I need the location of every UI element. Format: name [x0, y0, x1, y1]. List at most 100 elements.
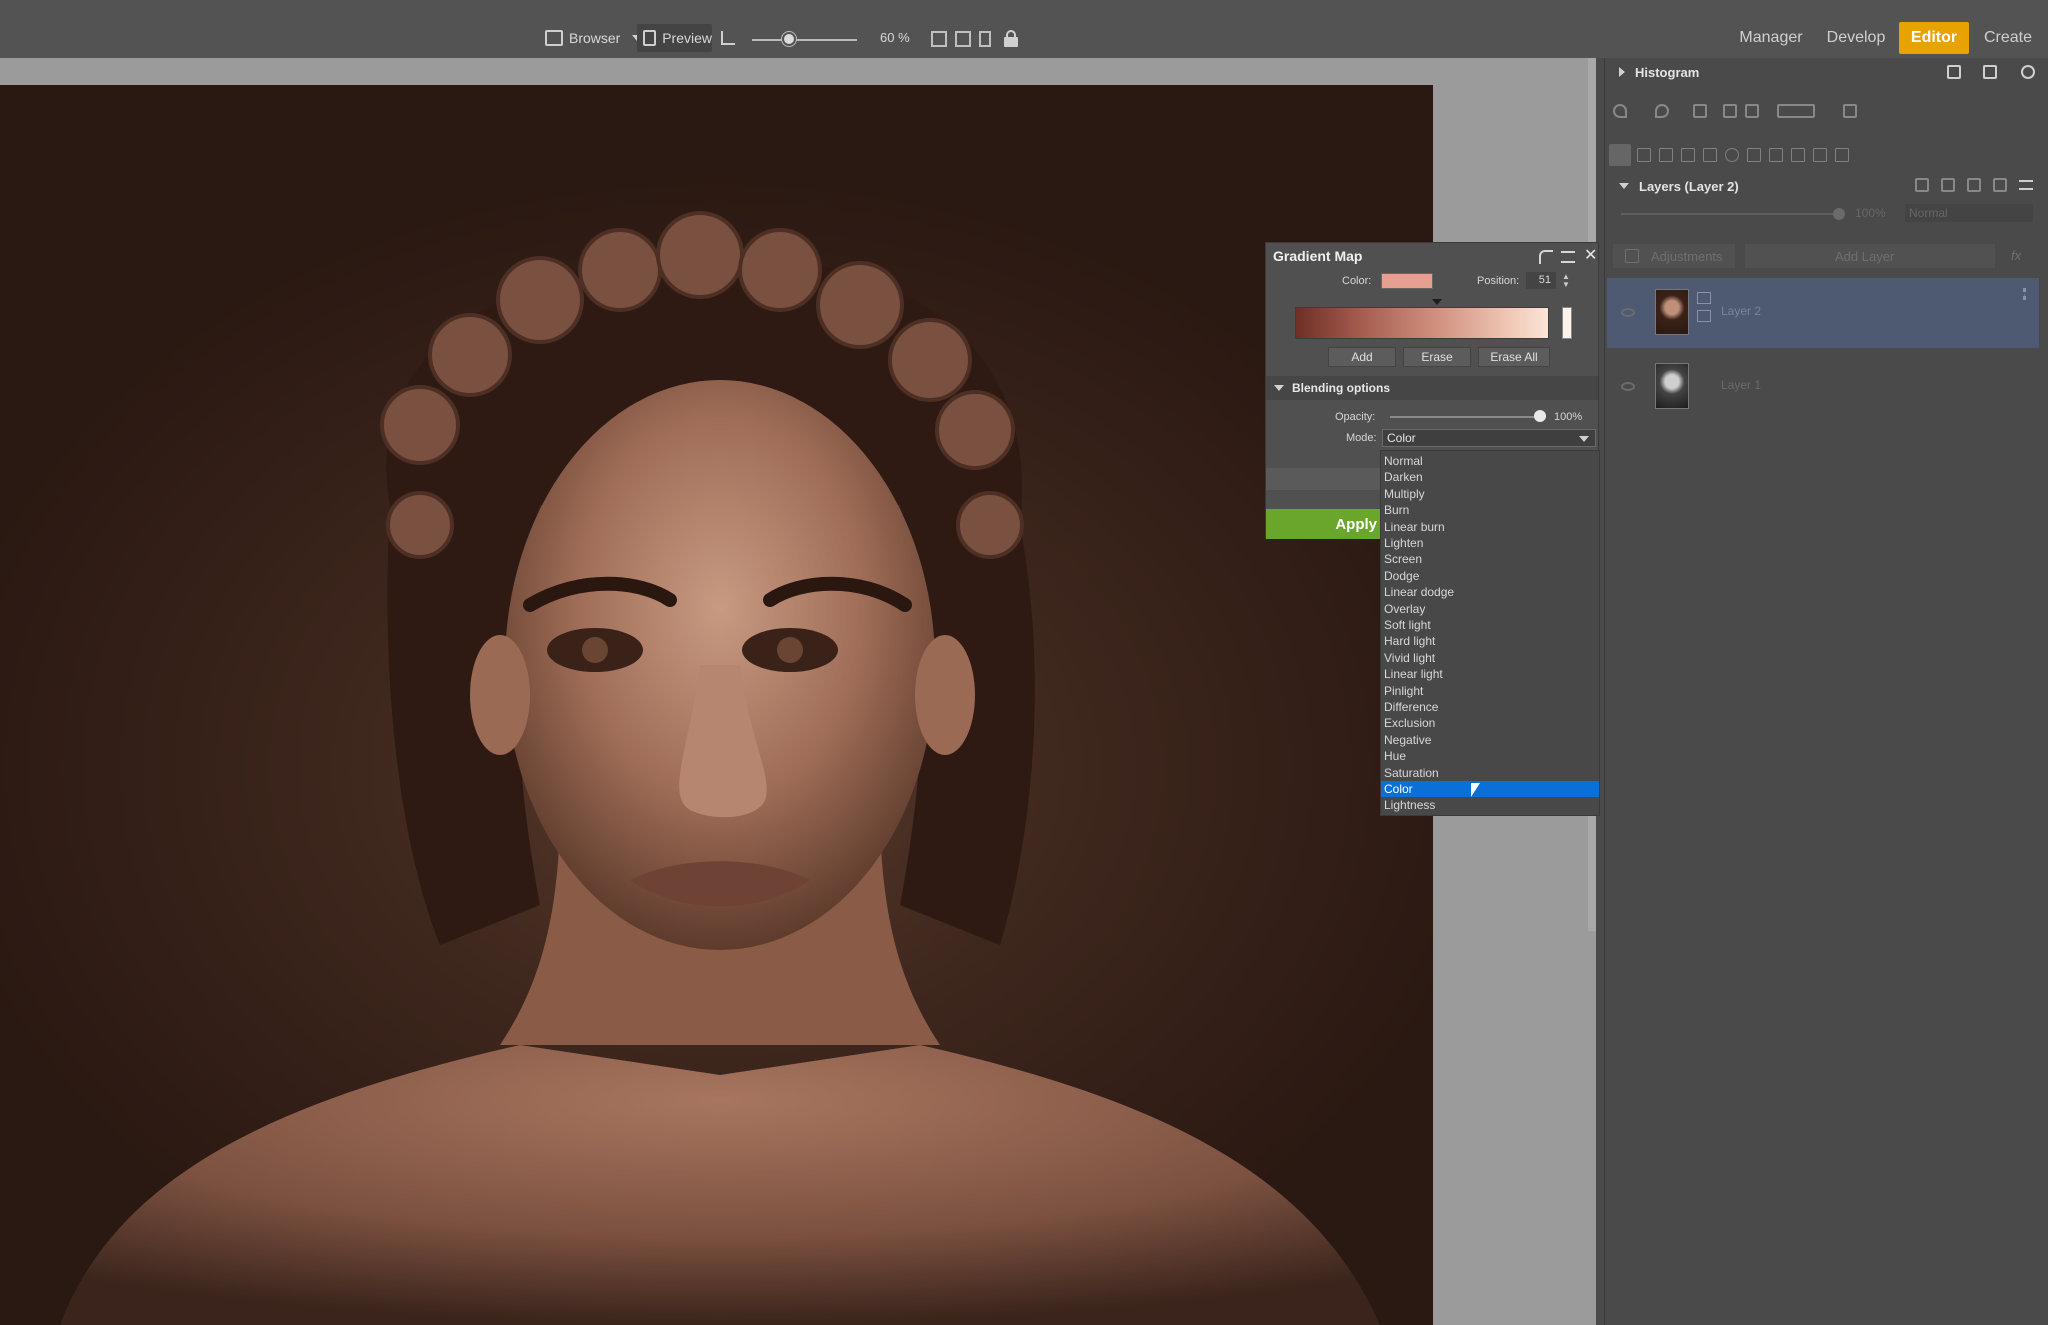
pointer-tool-icon[interactable]: [1637, 148, 1651, 162]
fit-screen-icon[interactable]: [955, 31, 971, 47]
mode-option[interactable]: Vivid light: [1381, 650, 1599, 666]
menu-icon[interactable]: [1561, 251, 1575, 263]
mode-option[interactable]: Multiply: [1381, 486, 1599, 502]
erase-all-button[interactable]: Erase All: [1478, 347, 1550, 367]
mode-option[interactable]: Linear light: [1381, 666, 1599, 682]
color-swatch[interactable]: [1381, 273, 1433, 289]
apply-button[interactable]: Apply: [1266, 509, 1383, 539]
tab-editor[interactable]: Editor: [1899, 22, 1969, 54]
collapse-icon: [1274, 385, 1284, 391]
circle-icon[interactable]: [2021, 65, 2035, 79]
folder-icon[interactable]: [1967, 178, 1981, 192]
opacity-value: 100%: [1554, 411, 1583, 423]
export-icon[interactable]: [1947, 65, 1961, 79]
mode-option[interactable]: Darken: [1381, 469, 1599, 485]
more-icon[interactable]: [2023, 288, 2027, 300]
selection-tool-icon[interactable]: [1769, 148, 1783, 162]
add-button[interactable]: Add: [1328, 347, 1396, 367]
browser-button[interactable]: Browser: [545, 24, 643, 52]
fx-button[interactable]: fx: [2011, 248, 2021, 263]
mode-option[interactable]: Lighten: [1381, 535, 1599, 551]
mode-select-value: Color: [1387, 431, 1416, 445]
preview-button[interactable]: Preview: [637, 24, 712, 52]
straighten-tool-icon[interactable]: [1681, 148, 1695, 162]
mode-option[interactable]: Linear burn: [1381, 519, 1599, 535]
layer-row-layer-2[interactable]: Layer 2: [1607, 278, 2039, 348]
mode-option[interactable]: Hard light: [1381, 633, 1599, 649]
erase-button[interactable]: Erase: [1403, 347, 1471, 367]
position-label: Position:: [1477, 275, 1520, 287]
transform-tool-icon[interactable]: [1703, 148, 1717, 162]
mode-option[interactable]: Lightness: [1381, 797, 1599, 813]
save-icon[interactable]: [1777, 104, 1815, 118]
mode-option[interactable]: Pinlight: [1381, 683, 1599, 699]
mode-option[interactable]: Exclusion: [1381, 715, 1599, 731]
tab-create[interactable]: Create: [1978, 22, 2038, 54]
mode-option[interactable]: Linear dodge: [1381, 584, 1599, 600]
mode-option[interactable]: Normal: [1381, 453, 1599, 469]
mode-option[interactable]: Dodge: [1381, 568, 1599, 584]
duplicate-layer-icon[interactable]: [1915, 178, 1929, 192]
mode-option[interactable]: Burn: [1381, 502, 1599, 518]
add-layer-label: Add Layer: [1835, 248, 1895, 264]
reset-icon[interactable]: [1539, 250, 1553, 264]
mode-option[interactable]: Hue: [1381, 748, 1599, 764]
picture-icon[interactable]: [1693, 104, 1707, 118]
add-layer-button[interactable]: Add Layer: [1745, 244, 1995, 268]
crop-tool-icon[interactable]: [1659, 148, 1673, 162]
clone-tool-icon[interactable]: [1791, 148, 1805, 162]
mode-option[interactable]: Soft light: [1381, 617, 1599, 633]
mode-option[interactable]: Screen: [1381, 551, 1599, 567]
delete-layer-icon[interactable]: [1993, 178, 2007, 192]
adjustments-button[interactable]: Adjustments: [1613, 244, 1735, 268]
gradient-stop-end[interactable]: [1562, 307, 1572, 339]
layers-header[interactable]: Layers (Layer 2): [1605, 172, 2048, 200]
mode-option[interactable]: Color: [1381, 781, 1599, 798]
tab-manager[interactable]: Manager: [1735, 22, 1807, 54]
mode-option[interactable]: Difference: [1381, 699, 1599, 715]
histogram-header[interactable]: Histogram: [1605, 58, 2048, 86]
redo-icon[interactable]: [1655, 104, 1669, 118]
layer-thumbnail: [1655, 289, 1689, 335]
position-stepper[interactable]: ▲ ▼: [1562, 273, 1570, 289]
zoom-slider[interactable]: [752, 39, 857, 41]
gradient-stop-marker[interactable]: [1432, 299, 1442, 305]
layer-row-layer-1[interactable]: Layer 1: [1607, 352, 2039, 422]
menu-icon[interactable]: [2019, 180, 2033, 190]
mode-option[interactable]: Saturation: [1381, 765, 1599, 781]
red-eye-tool-icon[interactable]: [1725, 148, 1739, 162]
layer-blend-select[interactable]: Normal: [1905, 204, 2033, 222]
portrait-photo[interactable]: [0, 85, 1433, 1325]
undo-icon[interactable]: [1613, 104, 1627, 118]
position-input[interactable]: 51: [1526, 272, 1556, 289]
mode-option[interactable]: Negative: [1381, 732, 1599, 748]
zoom-slider-handle[interactable]: [781, 32, 796, 46]
lock-icon[interactable]: [1004, 30, 1018, 47]
opacity-slider[interactable]: [1390, 416, 1546, 418]
mode-option[interactable]: Overlay: [1381, 601, 1599, 617]
rotate-icon[interactable]: [1745, 104, 1759, 118]
effects-tool-icon[interactable]: [1835, 148, 1849, 162]
camera-icon[interactable]: [1983, 65, 1997, 79]
eye-icon[interactable]: [1621, 382, 1635, 391]
mouse-cursor-icon: [1471, 783, 1480, 797]
hand-tool-icon[interactable]: [1609, 144, 1631, 166]
mask-icon[interactable]: [1941, 178, 1955, 192]
compare-icon[interactable]: [1723, 104, 1737, 118]
fit-window-icon[interactable]: [931, 31, 947, 47]
tab-develop[interactable]: Develop: [1820, 22, 1892, 54]
brush-tool-icon[interactable]: [1747, 148, 1761, 162]
zoom-value: 60 %: [880, 30, 910, 45]
fit-height-icon[interactable]: [979, 31, 991, 47]
text-tool-icon[interactable]: [1813, 148, 1827, 162]
save-as-icon[interactable]: [1843, 104, 1857, 118]
external-window-icon[interactable]: [721, 31, 735, 45]
mode-select[interactable]: Color: [1382, 429, 1596, 447]
layer-opacity-slider[interactable]: [1621, 213, 1841, 215]
gradient-bar[interactable]: [1295, 307, 1549, 339]
layer-opacity-handle[interactable]: [1833, 208, 1845, 220]
opacity-slider-handle[interactable]: [1534, 410, 1546, 422]
blending-options-header[interactable]: Blending options: [1266, 376, 1598, 400]
close-icon[interactable]: ✕: [1584, 248, 1598, 264]
eye-icon[interactable]: [1621, 308, 1635, 317]
